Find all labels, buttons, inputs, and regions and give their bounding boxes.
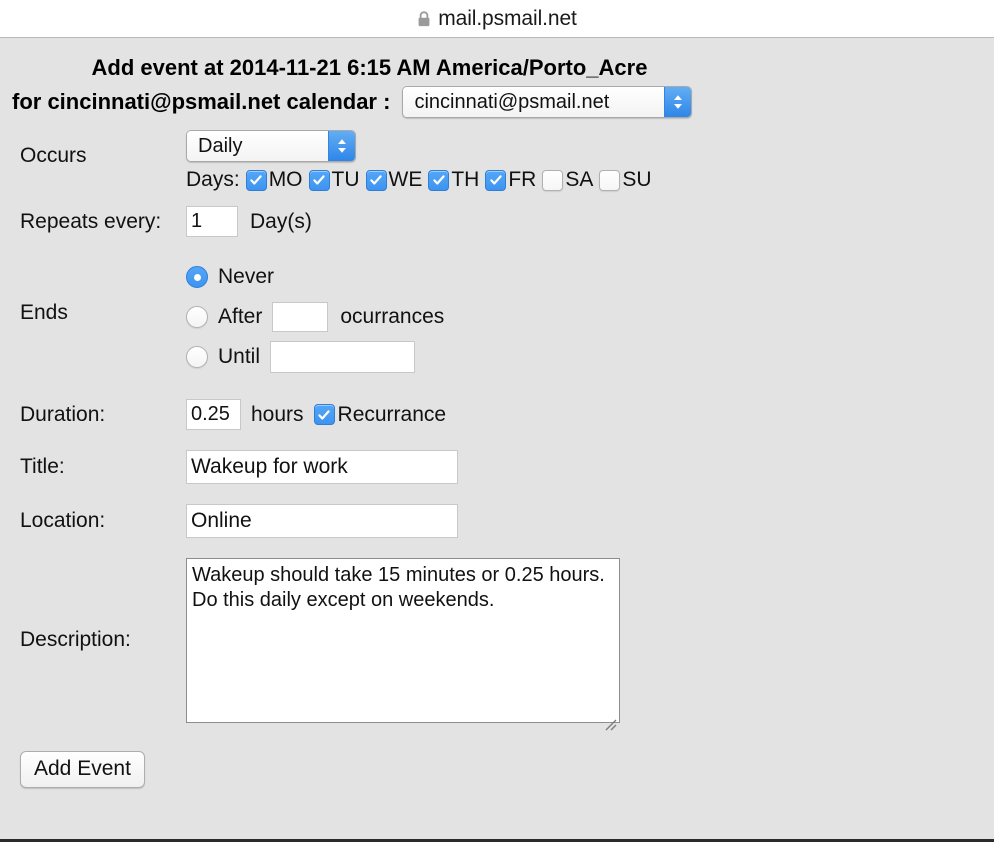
checkbox-icon[interactable] xyxy=(599,170,620,191)
day-label: MO xyxy=(269,168,303,192)
checkbox-icon[interactable] xyxy=(485,170,506,191)
ends-until-date-input[interactable] xyxy=(270,341,415,373)
day-label: SA xyxy=(565,168,593,192)
page-heading: Add event at 2014-11-21 6:15 AM America/… xyxy=(0,38,994,118)
checkbox-icon[interactable] xyxy=(309,170,330,191)
occurs-row: Occurs Daily Days: xyxy=(0,130,994,192)
ends-label: Ends xyxy=(0,257,186,325)
day-label: SU xyxy=(622,168,651,192)
frequency-select-value: Daily xyxy=(187,131,328,161)
calendar-owner-label: for cincinnati@psmail.net calendar : xyxy=(12,87,390,117)
description-controls: Wakeup should take 15 minutes or 0.25 ho… xyxy=(186,558,994,729)
recurrance-label: Recurrance xyxy=(338,403,447,427)
ocurrances-label: ocurrances xyxy=(340,305,444,329)
description-textarea[interactable]: Wakeup should take 15 minutes or 0.25 ho… xyxy=(186,558,620,723)
description-label: Description: xyxy=(0,558,186,652)
day-checkbox-su[interactable]: SU xyxy=(599,168,655,192)
days-row: Days: MO TU xyxy=(186,168,994,192)
days-label: Days: xyxy=(186,168,240,192)
occurs-controls: Daily Days: MO xyxy=(186,130,994,192)
repeats-every-controls: Day(s) xyxy=(186,206,994,237)
day-checkbox-mo[interactable]: MO xyxy=(246,168,307,192)
checkbox-icon[interactable] xyxy=(428,170,449,191)
day-checkbox-th[interactable]: TH xyxy=(428,168,483,192)
title-input[interactable] xyxy=(186,450,458,484)
duration-controls: hours Recurrance xyxy=(186,399,994,430)
location-row: Location: xyxy=(0,504,994,538)
location-label: Location: xyxy=(0,504,186,533)
day-label: TU xyxy=(332,168,360,192)
lock-icon xyxy=(417,11,431,27)
repeat-interval-input[interactable] xyxy=(186,206,238,237)
ends-controls: Never After ocurrances Until xyxy=(186,257,994,377)
description-textarea-wrapper: Wakeup should take 15 minutes or 0.25 ho… xyxy=(186,558,620,729)
title-controls xyxy=(186,450,994,484)
day-checkbox-tu[interactable]: TU xyxy=(309,168,364,192)
browser-title-bar: mail.psmail.net xyxy=(0,0,994,38)
ends-option-after[interactable]: After ocurrances xyxy=(186,297,994,337)
checkbox-icon[interactable] xyxy=(366,170,387,191)
heading-line-2: for cincinnati@psmail.net calendar : cin… xyxy=(0,86,994,118)
radio-icon[interactable] xyxy=(186,306,208,328)
ends-until-label: Until xyxy=(218,345,260,369)
occurs-label: Occurs xyxy=(0,130,186,168)
day-checkbox-fr[interactable]: FR xyxy=(485,168,540,192)
duration-label: Duration: xyxy=(0,399,186,427)
ends-never-label: Never xyxy=(218,265,274,289)
day-checkbox-we[interactable]: WE xyxy=(366,168,427,192)
calendar-select-value: cincinnati@psmail.net xyxy=(403,87,664,117)
page-content: Add event at 2014-11-21 6:15 AM America/… xyxy=(0,38,994,842)
title-row: Title: xyxy=(0,450,994,484)
duration-row: Duration: hours Recurrance xyxy=(0,399,994,430)
day-label: TH xyxy=(451,168,479,192)
day-label: WE xyxy=(389,168,423,192)
ends-after-label: After xyxy=(218,305,262,329)
chevron-updown-icon xyxy=(664,87,691,117)
radio-icon[interactable] xyxy=(186,346,208,368)
day-checkbox-sa[interactable]: SA xyxy=(542,168,597,192)
ends-row: Ends Never After ocurrances Until xyxy=(0,257,994,377)
page-url-title: mail.psmail.net xyxy=(438,7,577,31)
add-event-form: Occurs Daily Days: xyxy=(0,130,994,788)
title-label: Title: xyxy=(0,450,186,479)
repeats-every-row: Repeats every: Day(s) xyxy=(0,206,994,237)
heading-line-1: Add event at 2014-11-21 6:15 AM America/… xyxy=(0,53,994,83)
ends-option-never[interactable]: Never xyxy=(186,257,994,297)
frequency-select[interactable]: Daily xyxy=(186,130,356,162)
day-label: FR xyxy=(508,168,536,192)
ends-after-count-input[interactable] xyxy=(272,302,328,332)
chevron-updown-icon xyxy=(328,131,355,161)
location-controls xyxy=(186,504,994,538)
checkbox-icon[interactable] xyxy=(246,170,267,191)
repeats-unit-label: Day(s) xyxy=(250,210,312,234)
repeats-every-label: Repeats every: xyxy=(0,206,186,234)
description-row: Description: Wakeup should take 15 minut… xyxy=(0,558,994,729)
add-event-button[interactable]: Add Event xyxy=(20,751,145,788)
recurrance-checkbox[interactable] xyxy=(314,404,335,425)
location-input[interactable] xyxy=(186,504,458,538)
checkbox-icon[interactable] xyxy=(542,170,563,191)
ends-option-until[interactable]: Until xyxy=(186,337,994,377)
calendar-select[interactable]: cincinnati@psmail.net xyxy=(402,86,692,118)
radio-icon[interactable] xyxy=(186,266,208,288)
submit-row: Add Event xyxy=(0,751,994,788)
duration-input[interactable] xyxy=(186,399,241,430)
browser-title-content: mail.psmail.net xyxy=(417,7,577,31)
duration-unit-label: hours xyxy=(251,403,304,427)
